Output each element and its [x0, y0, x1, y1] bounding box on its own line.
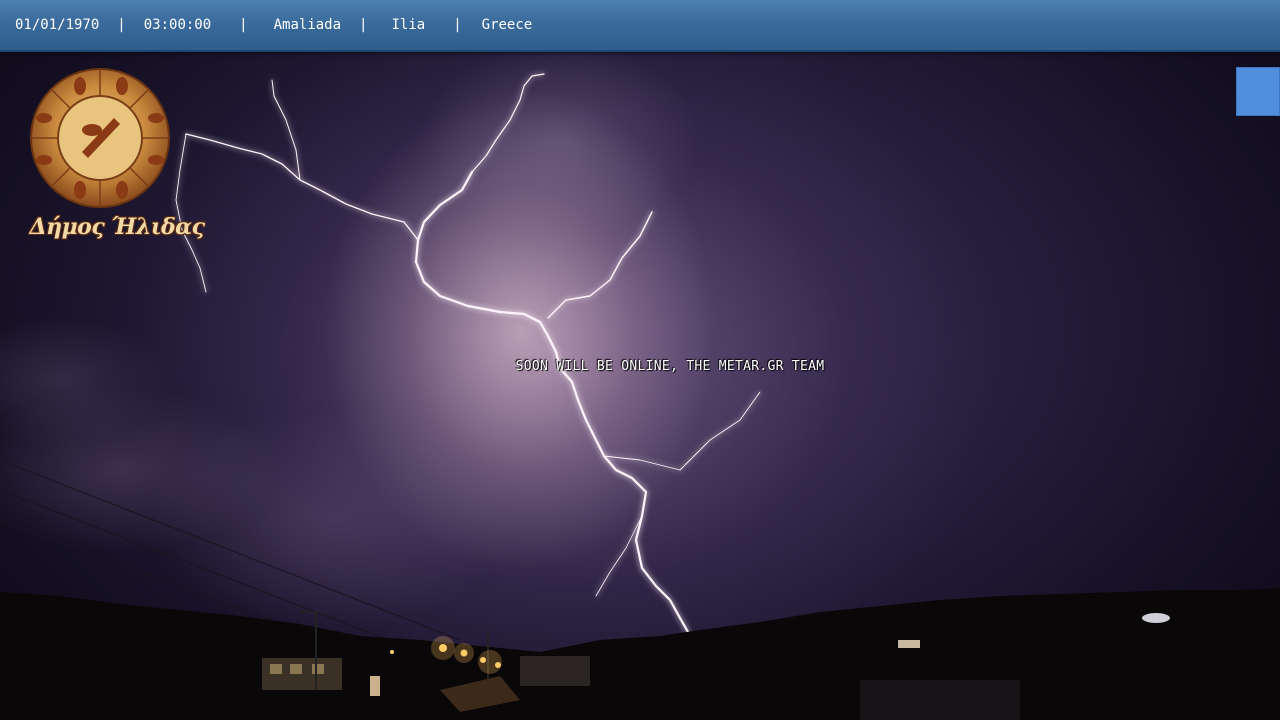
municipality-seal-icon	[30, 68, 170, 208]
logo-text: Δήμος Ήλιδας	[29, 214, 205, 240]
separator: |	[117, 17, 126, 33]
webcam-viewport: 01/01/1970 | 03:00:00 | Amaliada | Ilia | Greece	[0, 0, 1280, 720]
region-text: Ilia	[391, 17, 426, 33]
offline-message: SOON WILL BE ONLINE, THE METAR.GR TEAM	[515, 359, 825, 374]
country-text: Greece	[481, 17, 533, 33]
separator: |	[359, 17, 368, 33]
separator: |	[453, 17, 462, 33]
town-text: Amaliada	[273, 17, 342, 33]
info-bar: 01/01/1970 | 03:00:00 | Amaliada | Ilia | Greece	[0, 0, 1280, 52]
separator: |	[239, 17, 248, 33]
corner-square-button[interactable]	[1236, 67, 1280, 116]
date-text: 01/01/1970	[15, 17, 100, 33]
municipality-logo: Δήμος Ήλιδας	[22, 66, 205, 256]
time-text: 03:00:00	[143, 17, 212, 33]
